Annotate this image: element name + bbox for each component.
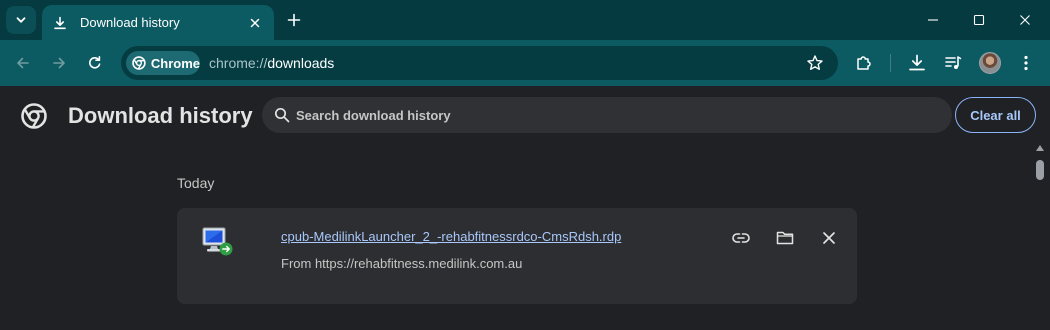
- chevron-down-icon: [16, 17, 26, 23]
- close-icon: [1020, 15, 1030, 25]
- maximize-icon: [973, 14, 985, 26]
- media-controls-button[interactable]: [942, 52, 964, 74]
- download-item: cpub-MedilinkLauncher_2_-rehabfitnessrdc…: [177, 208, 857, 304]
- forward-button[interactable]: [45, 49, 73, 77]
- tab-title: Download history: [80, 15, 180, 30]
- downloads-page: Download history Clear all Today cpub-Me…: [0, 86, 1050, 330]
- star-icon: [807, 55, 823, 70]
- omnibox[interactable]: Chrome chrome://downloads: [121, 46, 838, 80]
- toolbar: Chrome chrome://downloads: [0, 40, 1050, 86]
- media-playlist-icon: [945, 56, 962, 69]
- arrow-left-icon: [17, 57, 29, 69]
- plus-icon: [287, 13, 301, 27]
- profile-avatar[interactable]: [979, 52, 1001, 74]
- remote-desktop-file-icon: [201, 224, 235, 258]
- toolbar-divider: [890, 54, 891, 72]
- chrome-logo-icon: [132, 56, 146, 70]
- puzzle-icon: [857, 56, 871, 70]
- remove-download-button[interactable]: [817, 226, 841, 250]
- folder-icon: [776, 231, 794, 245]
- site-chip-label: Chrome: [150, 55, 200, 71]
- search-bar[interactable]: [262, 97, 952, 133]
- site-info-chip[interactable]: Chrome: [126, 51, 200, 75]
- tab-download-history[interactable]: Download history: [42, 5, 274, 40]
- close-icon: [250, 18, 260, 27]
- new-tab-button[interactable]: [282, 8, 306, 32]
- extensions-button[interactable]: [853, 52, 875, 74]
- back-button[interactable]: [9, 49, 37, 77]
- clear-all-button[interactable]: Clear all: [955, 97, 1036, 133]
- scrollbar-thumb[interactable]: [1036, 160, 1044, 180]
- reload-button[interactable]: [81, 49, 109, 77]
- url-scheme: chrome://: [209, 55, 268, 71]
- date-group-header: Today: [177, 175, 215, 191]
- tab-search-button[interactable]: [6, 6, 36, 34]
- tab-strip: Download history: [0, 0, 1050, 40]
- url-text: chrome://downloads: [209, 55, 334, 71]
- maximize-button[interactable]: [956, 0, 1002, 40]
- close-icon: [823, 232, 835, 244]
- download-icon: [909, 54, 925, 71]
- download-icon: [52, 15, 68, 31]
- arrow-right-icon: [53, 57, 65, 69]
- download-file-link[interactable]: cpub-MedilinkLauncher_2_-rehabfitnessrdc…: [281, 229, 621, 244]
- search-input[interactable]: [296, 97, 936, 133]
- minimize-icon: [928, 19, 938, 21]
- search-icon: [274, 107, 290, 123]
- download-source: From https://rehabfitness.medilink.com.a…: [281, 256, 523, 271]
- url-host: downloads: [267, 55, 335, 71]
- downloads-button[interactable]: [906, 52, 928, 74]
- tab-close-button[interactable]: [244, 12, 266, 34]
- page-scrollbar[interactable]: [1033, 143, 1048, 330]
- show-in-folder-button[interactable]: [773, 226, 797, 250]
- copy-link-button[interactable]: [729, 226, 753, 250]
- bookmark-button[interactable]: [806, 54, 824, 72]
- chrome-logo-icon: [21, 103, 47, 129]
- link-icon: [732, 233, 750, 243]
- reload-icon: [89, 56, 101, 69]
- minimize-button[interactable]: [910, 0, 956, 40]
- more-vertical-icon: [1024, 55, 1028, 71]
- page-title: Download history: [68, 103, 253, 128]
- menu-button[interactable]: [1015, 52, 1037, 74]
- window-close-button[interactable]: [1002, 0, 1048, 40]
- scroll-up-arrow-icon[interactable]: [1036, 145, 1044, 151]
